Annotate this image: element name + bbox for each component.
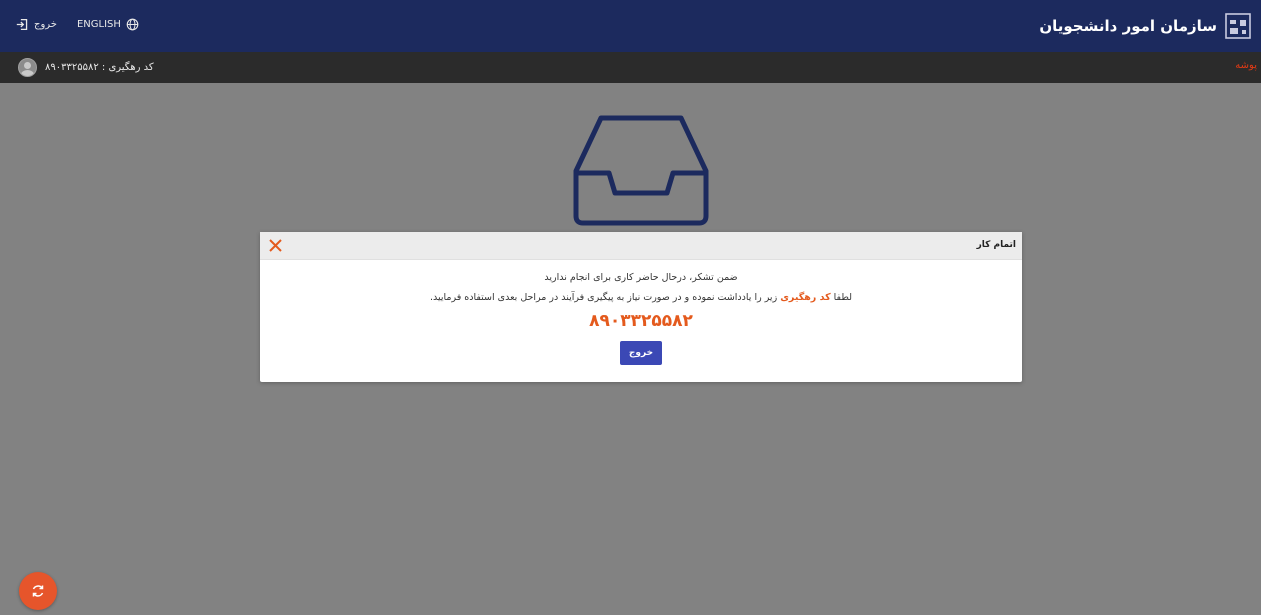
dialog-body: ضمن تشکر، درحال حاضر کاری برای انجام ندا… xyxy=(260,272,1022,365)
tracking-code: ۸۹۰۳۳۲۵۵۸۲ xyxy=(589,311,693,331)
language-label: ENGLISH xyxy=(76,19,121,30)
tracking-label: کد رهگیری : ۸۹۰۳۳۲۵۵۸۲ xyxy=(45,62,154,73)
instruction-prefix: لطفا xyxy=(833,292,853,303)
logout-icon xyxy=(16,18,28,31)
instruction-suffix: زیر را یادداشت نموده و در صورت نیاز به پ… xyxy=(429,292,778,303)
inbox-icon xyxy=(573,115,709,226)
globe-icon xyxy=(126,18,139,31)
sub-header: پوشه کد رهگیری : ۸۹۰۳۳۲۵۵۸۲ xyxy=(0,52,1261,83)
dialog-message: ضمن تشکر، درحال حاضر کاری برای انجام ندا… xyxy=(544,272,738,283)
language-switch[interactable]: ENGLISH xyxy=(77,18,139,31)
top-actions: خروج ENGLISH xyxy=(16,18,139,31)
org-brand[interactable]: سازمان امور دانشجویان xyxy=(1039,10,1253,42)
university-logo-icon xyxy=(1225,13,1251,39)
completion-dialog: اتمام کار ضمن تشکر، درحال حاضر کاری برای… xyxy=(260,232,1022,382)
breadcrumb[interactable]: پوشه xyxy=(1235,60,1257,71)
instruction-highlight: کد رهگیری xyxy=(780,292,831,303)
org-name: سازمان امور دانشجویان xyxy=(1039,17,1217,35)
dialog-instruction: لطفا کد رهگیری زیر را یادداشت نموده و در… xyxy=(260,292,1022,303)
logout-label: خروج xyxy=(34,19,57,30)
refresh-icon xyxy=(32,585,44,597)
top-navbar: سازمان امور دانشجویان خروج ENGLISH xyxy=(0,0,1261,52)
logout-link[interactable]: خروج xyxy=(16,18,57,31)
refresh-button[interactable] xyxy=(19,572,57,610)
dialog-header: اتمام کار xyxy=(260,232,1022,260)
avatar[interactable] xyxy=(18,58,37,77)
dialog-title: اتمام کار xyxy=(976,240,1016,250)
tracking-info: کد رهگیری : ۸۹۰۳۳۲۵۵۸۲ xyxy=(18,58,154,77)
close-icon[interactable] xyxy=(268,238,283,253)
exit-button[interactable]: خروج xyxy=(620,341,662,365)
